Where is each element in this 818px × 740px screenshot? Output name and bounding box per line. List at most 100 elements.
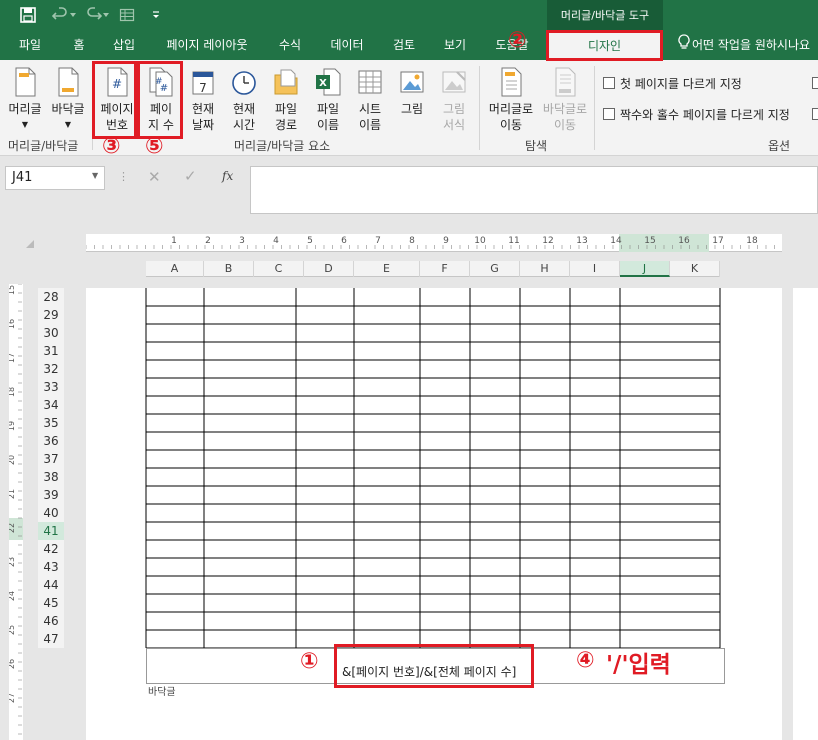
undo-dropdown-icon[interactable] <box>68 5 78 25</box>
header-button[interactable]: 머리글 ▼ <box>4 66 46 133</box>
row-header-38[interactable]: 38 <box>38 468 64 486</box>
next-page-canvas <box>793 288 818 728</box>
row-header-46[interactable]: 46 <box>38 612 64 630</box>
ruler-label: 10 <box>474 236 486 246</box>
ruler-label: 5 <box>307 236 313 246</box>
row-header-42[interactable]: 42 <box>38 540 64 558</box>
row-header-31[interactable]: 31 <box>38 342 64 360</box>
tab-data[interactable]: 데이터 <box>320 30 374 60</box>
row-header-45[interactable]: 45 <box>38 594 64 612</box>
align-margins-checkbox[interactable] <box>812 108 818 120</box>
file-name-button[interactable]: X 파일 이름 <box>308 66 348 133</box>
picture-icon <box>398 66 426 98</box>
annotation-number-5: ⑤ <box>145 134 164 159</box>
ruler-label: 13 <box>576 236 587 246</box>
cancel-icon[interactable]: ✕ <box>148 168 161 186</box>
row-header-29[interactable]: 29 <box>38 306 64 324</box>
column-header-d[interactable]: D <box>304 261 354 277</box>
redo-dropdown-icon[interactable] <box>101 5 111 25</box>
name-box-value: J41 <box>12 170 33 185</box>
row-header-47[interactable]: 47 <box>38 630 64 648</box>
column-header-h[interactable]: H <box>520 261 570 277</box>
row-header-33[interactable]: 33 <box>38 378 64 396</box>
tell-me-search[interactable]: 어떤 작업을 원하시나요 <box>678 30 810 60</box>
ruler-label: 23 <box>9 557 16 567</box>
row-header-43[interactable]: 43 <box>38 558 64 576</box>
tab-page-layout[interactable]: 페이지 레이아웃 <box>155 30 259 60</box>
current-date-button[interactable]: 7 현재 날짜 <box>184 66 222 133</box>
first-page-checkbox[interactable] <box>603 77 615 89</box>
file-path-button[interactable]: 파일 경로 <box>266 66 306 133</box>
ruler-label: 11 <box>508 236 519 246</box>
footer-button[interactable]: 바닥글 ▼ <box>47 66 89 133</box>
tab-view[interactable]: 보기 <box>433 30 477 60</box>
column-header-c[interactable]: C <box>254 261 304 277</box>
odd-even-checkbox[interactable] <box>603 108 615 120</box>
sheet-name-label-2: 이름 <box>358 118 382 132</box>
sheet-name-button[interactable]: 시트 이름 <box>350 66 390 133</box>
row-header-36[interactable]: 36 <box>38 432 64 450</box>
lightbulb-icon <box>678 31 690 61</box>
drag-handle-icon[interactable]: ⋮ <box>118 170 129 183</box>
insert-function-button[interactable]: fx <box>222 169 233 183</box>
form-icon[interactable] <box>117 5 137 25</box>
sheet-icon <box>356 66 384 98</box>
enter-icon[interactable]: ✓ <box>184 167 197 185</box>
excel-file-icon: X <box>314 66 342 98</box>
ruler-label: 4 <box>273 236 279 246</box>
row-header-28[interactable]: 28 <box>38 288 64 306</box>
picture-button[interactable]: 그림 <box>392 66 432 117</box>
header-dropdown-icon: ▼ <box>21 120 29 129</box>
file-name-label-2: 이름 <box>316 118 340 132</box>
name-box[interactable]: J41 <box>5 166 105 190</box>
ruler-label: 16 <box>678 236 690 246</box>
ruler-label: 15 <box>9 285 16 295</box>
column-header-f[interactable]: F <box>420 261 470 277</box>
tab-formulas[interactable]: 수식 <box>268 30 312 60</box>
format-picture-label-2: 서식 <box>442 118 466 132</box>
row-header-30[interactable]: 30 <box>38 324 64 342</box>
column-header-i[interactable]: I <box>570 261 620 277</box>
scale-with-document-checkbox[interactable] <box>812 77 818 89</box>
column-header-e[interactable]: E <box>354 261 420 277</box>
save-icon[interactable] <box>18 5 38 25</box>
tab-file[interactable]: 파일 <box>8 30 52 60</box>
column-header-g[interactable]: G <box>470 261 520 277</box>
column-header-j[interactable]: J <box>620 261 670 277</box>
tab-home[interactable]: 홈 <box>62 30 96 60</box>
column-header-a[interactable]: A <box>146 261 204 277</box>
row-header-37[interactable]: 37 <box>38 450 64 468</box>
ruler-label: 21 <box>9 489 16 499</box>
row-header-32[interactable]: 32 <box>38 360 64 378</box>
tell-me-label: 어떤 작업을 원하시나요 <box>692 38 811 52</box>
current-date-label-1: 현재 <box>191 102 215 116</box>
goto-footer-button[interactable]: 바닥글로 이동 <box>538 66 592 133</box>
row-header-41[interactable]: 41 <box>38 522 64 540</box>
tab-insert[interactable]: 삽입 <box>102 30 146 60</box>
ruler-label: 3 <box>239 236 245 246</box>
current-time-button[interactable]: 현재 시간 <box>224 66 264 133</box>
svg-text:X: X <box>319 78 327 89</box>
row-header-39[interactable]: 39 <box>38 486 64 504</box>
column-header-b[interactable]: B <box>204 261 254 277</box>
select-all-icon[interactable] <box>25 238 35 252</box>
row-header-40[interactable]: 40 <box>38 504 64 522</box>
ruler-label: 7 <box>375 236 381 246</box>
customize-qat-icon[interactable] <box>146 5 166 25</box>
row-header-34[interactable]: 34 <box>38 396 64 414</box>
name-box-dropdown-icon[interactable]: ▼ <box>92 171 98 180</box>
goto-header-button[interactable]: 머리글로 이동 <box>484 66 538 133</box>
annotation-box-page-count <box>137 61 183 139</box>
undo-icon[interactable] <box>50 5 70 25</box>
tab-review[interactable]: 검토 <box>382 30 426 60</box>
format-picture-button[interactable]: 그림 서식 <box>434 66 474 133</box>
row-header-35[interactable]: 35 <box>38 414 64 432</box>
row-header-44[interactable]: 44 <box>38 576 64 594</box>
goto-header-icon <box>497 66 525 98</box>
column-header-k[interactable]: K <box>670 261 720 277</box>
annotation-number-4: ④ <box>576 648 595 673</box>
ruler-label: 14 <box>610 236 622 246</box>
row-headers: 28 29 30 31 32 33 34 35 36 37 38 39 40 41 42 43 44 45 46 47 <box>38 288 64 648</box>
formula-input[interactable] <box>250 166 818 214</box>
ruler-label: 16 <box>9 319 16 329</box>
